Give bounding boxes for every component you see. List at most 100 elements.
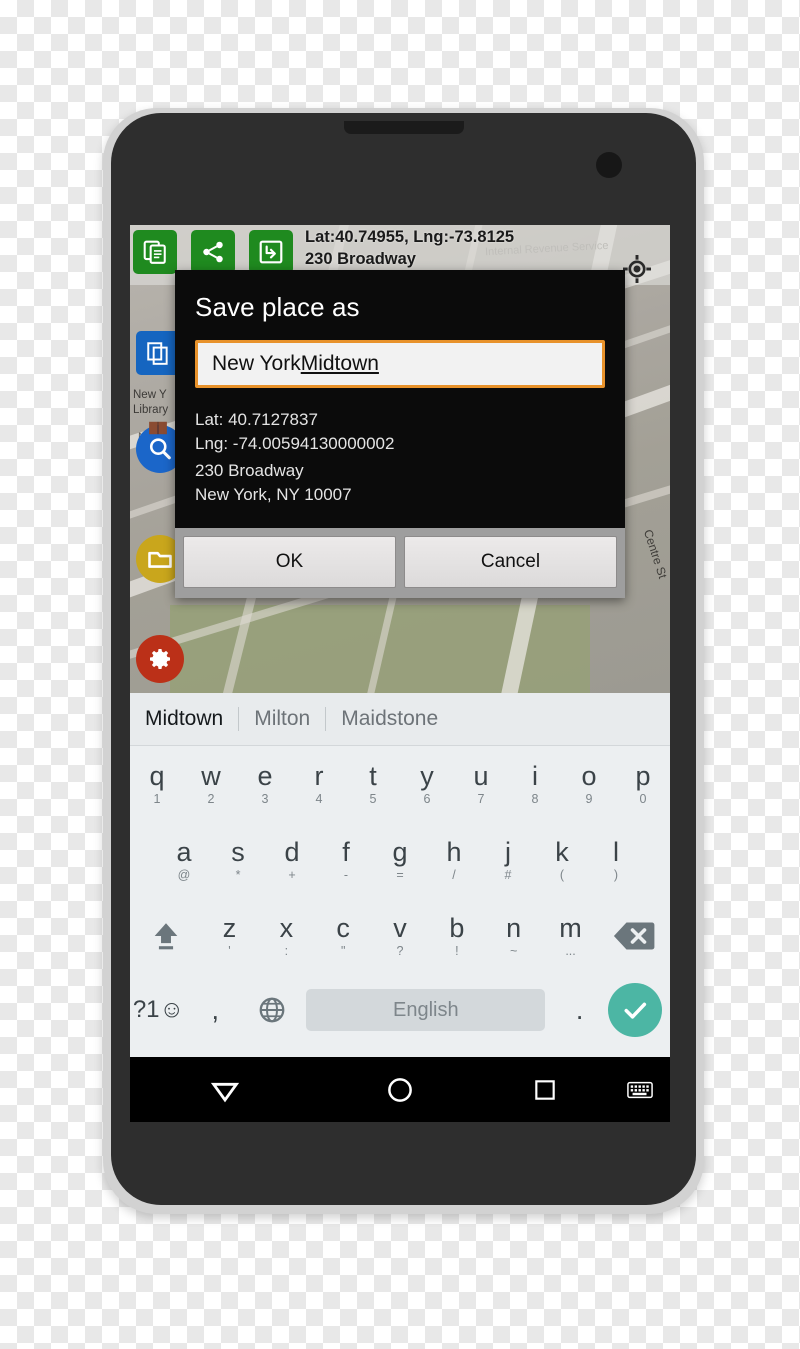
key-label: u — [473, 760, 489, 791]
enter-key[interactable] — [608, 983, 662, 1037]
input-text-composing: Midtown — [300, 352, 379, 375]
key-label: o — [581, 760, 597, 791]
key-o[interactable]: o9 — [562, 746, 616, 822]
period-key[interactable]: . — [551, 974, 608, 1046]
detail-lng: Lng: -74.00594130000002 — [195, 434, 395, 454]
key-hint: ! — [455, 943, 459, 958]
locate-me-button[interactable] — [621, 253, 653, 285]
folder-icon — [148, 551, 172, 568]
poi-label-line1: New Y — [133, 389, 167, 401]
key-e[interactable]: e3 — [238, 746, 292, 822]
coordinates-line: Lat:40.74955, Lng:-73.8125 — [305, 228, 515, 246]
keyboard-row-3: z ' x: c " v? b! n ~ m... — [130, 898, 670, 974]
shift-arrow-icon — [154, 923, 177, 950]
keyboard-toggle-icon — [627, 1081, 653, 1098]
settings-gear-icon — [150, 649, 170, 669]
soft-keyboard: Midtown Milton Maidstone q1 w2 e3 r4 t5 … — [130, 693, 670, 1057]
keyboard-row-2: a @ s * d + f- g = h / j # k( l) — [130, 822, 670, 898]
search-icon — [149, 438, 171, 460]
ok-button[interactable]: OK — [183, 535, 396, 588]
key-label: t — [369, 760, 377, 791]
suggestion-item[interactable]: Milton — [239, 707, 325, 731]
key-hint: ' — [228, 943, 231, 958]
key-label: j — [505, 836, 511, 867]
back-button[interactable] — [130, 1057, 320, 1122]
key-z[interactable]: z ' — [201, 898, 258, 974]
key-y[interactable]: y6 — [400, 746, 454, 822]
front-camera — [596, 152, 622, 178]
key-c[interactable]: c " — [315, 898, 372, 974]
place-details: Lat: 40.7127837 Lng: -74.00594130000002 … — [195, 408, 605, 508]
comma-key[interactable]: , — [187, 974, 244, 1046]
key-label: h — [446, 836, 462, 867]
key-p[interactable]: p0 — [616, 746, 670, 822]
key-hint: 7 — [477, 791, 485, 806]
key-hint: 3 — [261, 791, 269, 806]
key-b[interactable]: b! — [428, 898, 485, 974]
key-d[interactable]: d + — [265, 822, 319, 898]
key-hint: ~ — [510, 943, 518, 958]
key-h[interactable]: h / — [427, 822, 481, 898]
key-label: q — [149, 760, 165, 791]
key-hint: / — [452, 867, 456, 882]
key-label: a — [176, 836, 192, 867]
key-hint: 0 — [639, 791, 647, 806]
recents-button[interactable] — [480, 1057, 610, 1122]
key-g[interactable]: g = — [373, 822, 427, 898]
symbols-emoji-key[interactable]: ?1☺ — [130, 974, 187, 1046]
key-hint: : — [284, 943, 289, 958]
key-label: k — [555, 836, 569, 867]
dialog-title: Save place as — [195, 292, 360, 322]
documents-button[interactable] — [136, 331, 180, 375]
suggestion-item[interactable]: Midtown — [140, 707, 238, 731]
key-label: y — [420, 760, 434, 791]
place-name-input[interactable]: New York Midtown — [195, 340, 605, 388]
key-f[interactable]: f- — [319, 822, 373, 898]
import-button[interactable] — [249, 230, 293, 274]
key-w[interactable]: w2 — [184, 746, 238, 822]
key-s[interactable]: s * — [211, 822, 265, 898]
key-hint: 8 — [531, 791, 539, 806]
key-k[interactable]: k( — [535, 822, 589, 898]
settings-button[interactable] — [136, 635, 184, 683]
language-switch-key[interactable] — [244, 974, 301, 1046]
share-icon — [203, 241, 223, 263]
key-label: e — [257, 760, 273, 791]
key-v[interactable]: v? — [372, 898, 429, 974]
key-l[interactable]: l) — [589, 822, 643, 898]
key-u[interactable]: u7 — [454, 746, 508, 822]
back-triangle-icon — [210, 1082, 240, 1102]
key-label: ?1☺ — [132, 996, 185, 1023]
key-t[interactable]: t5 — [346, 746, 400, 822]
backspace-delete-icon — [614, 922, 655, 950]
share-button[interactable] — [191, 230, 235, 274]
checkmark-enter-icon — [624, 1002, 647, 1019]
spacebar-key[interactable]: English — [306, 989, 546, 1031]
shift-key[interactable] — [130, 898, 201, 974]
detail-address-2: New York, NY 10007 — [195, 485, 352, 505]
key-q[interactable]: q1 — [130, 746, 184, 822]
key-label: i — [532, 760, 538, 791]
key-hint: 1 — [153, 791, 161, 806]
cancel-button[interactable]: Cancel — [404, 535, 617, 588]
key-r[interactable]: r4 — [292, 746, 346, 822]
key-x[interactable]: x: — [258, 898, 315, 974]
key-label: s — [231, 836, 245, 867]
key-i[interactable]: i8 — [508, 746, 562, 822]
keyboard-toggle-button[interactable] — [610, 1057, 670, 1122]
suggestion-item[interactable]: Maidstone — [326, 707, 453, 731]
key-a[interactable]: a @ — [157, 822, 211, 898]
key-hint: * — [235, 867, 241, 882]
home-button[interactable] — [320, 1057, 480, 1122]
import-icon — [259, 240, 283, 264]
key-m[interactable]: m... — [542, 898, 599, 974]
map-view[interactable]: Internal Revenue Service Alfred Ground N… — [130, 225, 670, 693]
key-hint: ) — [613, 867, 619, 882]
key-n[interactable]: n ~ — [485, 898, 542, 974]
key-j[interactable]: j # — [481, 822, 535, 898]
key-label: z — [222, 912, 237, 943]
copy-button[interactable] — [133, 230, 177, 274]
key-hint: # — [504, 867, 512, 882]
key-hint: " — [340, 943, 346, 958]
backspace-key[interactable] — [599, 898, 670, 974]
